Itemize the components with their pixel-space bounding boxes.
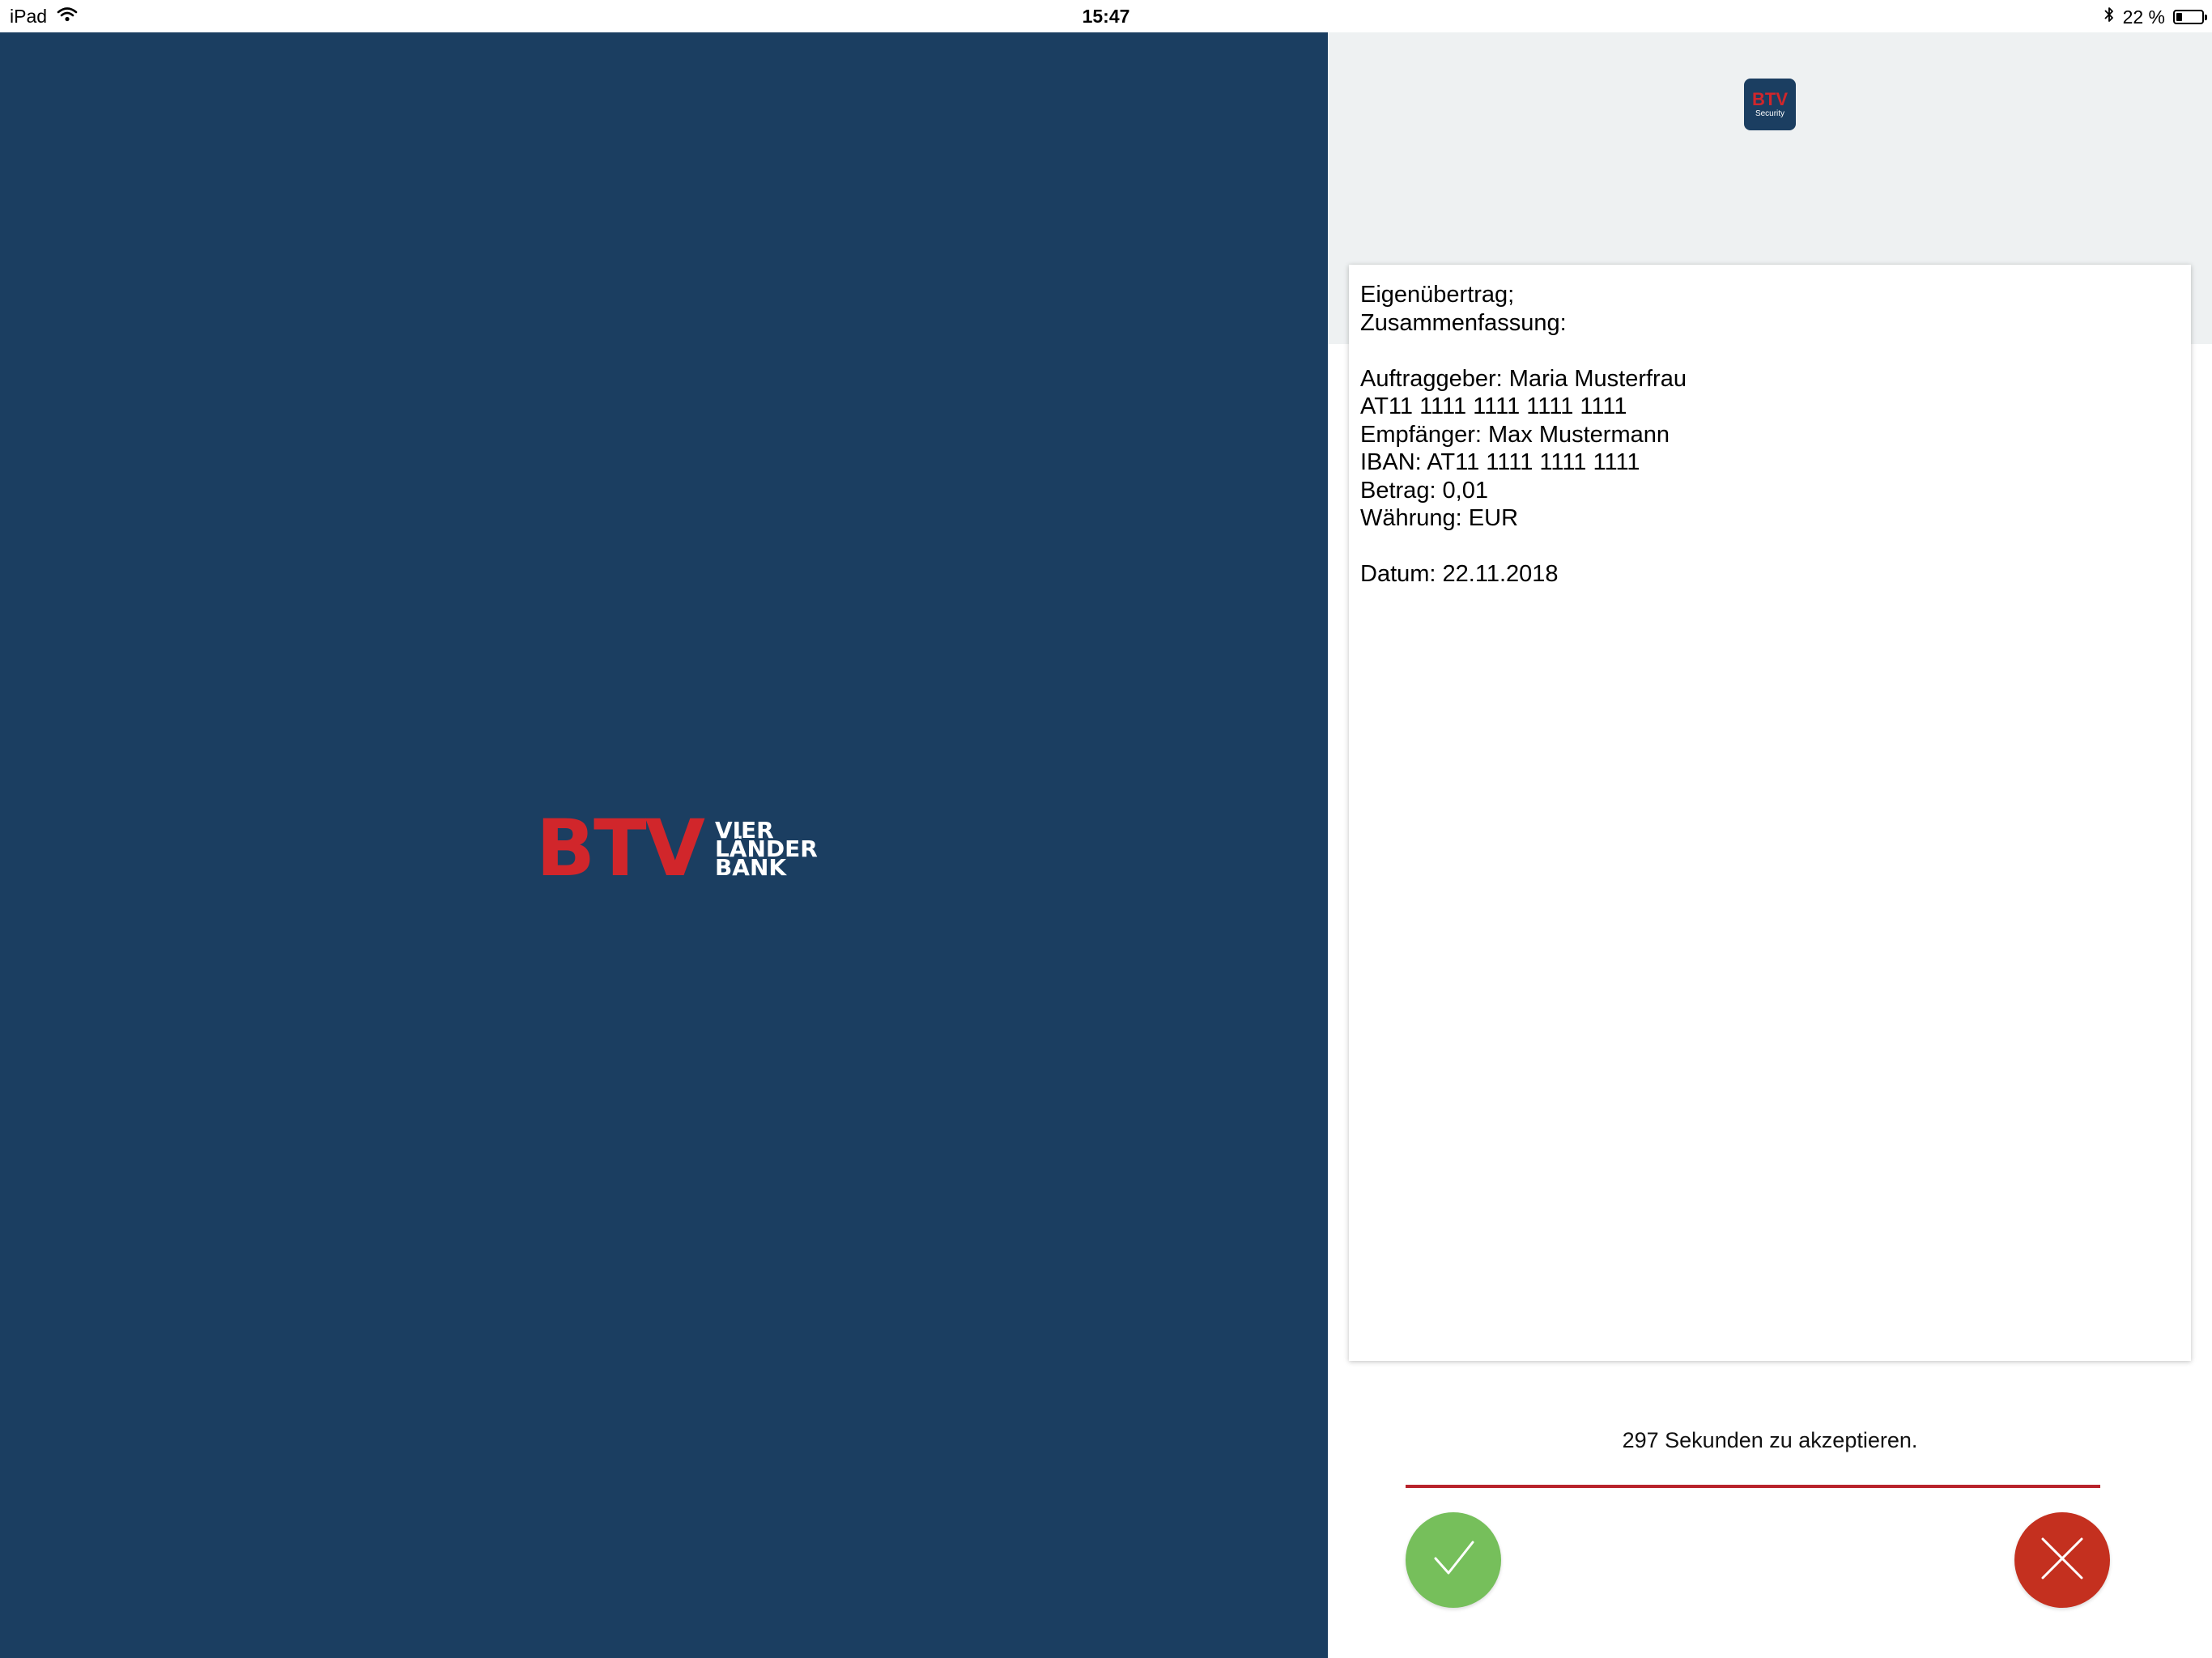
transaction-summary-card: Eigenübertrag; Zusammenfassung: Auftragg… [1349,265,2191,1361]
logo-btv: BTV [536,803,705,894]
countdown-text: 297 Sekunden zu akzeptieren. [1622,1428,1918,1452]
status-bar-right: 22 % [2104,6,2207,28]
brand-pane: BTV VIER LÄNDER BANK [0,32,1328,1658]
checkmark-icon [1429,1534,1478,1587]
accept-button[interactable] [1406,1512,1501,1608]
app-icon-title: BTV [1752,89,1788,109]
status-bar: iPad 15:47 22 % [0,0,2212,32]
status-time: 15:47 [1082,6,1130,27]
battery-percent: 22 % [2122,6,2165,28]
app-icon-subtitle: Security [1755,109,1785,118]
transaction-title: Eigenübertrag; [1360,282,1515,308]
auftraggeber-iban: AT11 1111 1111 1111 1111 [1360,393,1627,419]
battery-icon [2173,10,2207,24]
decline-button[interactable] [2014,1512,2110,1608]
empfaenger-iban: IBAN: AT11 1111 1111 1111 [1360,449,1640,475]
logo-line-bank: BANK [714,853,787,881]
countdown-progress-bar [1406,1485,2100,1488]
countdown-progress-fill [1406,1485,2100,1488]
logo-subtitle: VIER LÄNDER BANK [715,818,818,878]
bluetooth-icon [2104,6,2115,28]
transaction-subtitle: Zusammenfassung: [1360,309,1567,336]
betrag: Betrag: 0,01 [1360,477,1488,504]
btv-logo: BTV VIER LÄNDER BANK [536,810,818,887]
auftraggeber: Auftraggeber: Maria Musterfrau [1360,365,1687,392]
empfaenger: Empfänger: Max Mustermann [1360,421,1670,448]
waehrung: Währung: EUR [1360,505,1519,531]
screen: iPad 15:47 22 % BTV VIER LÄNDER BANK BTV… [0,0,2212,1658]
datum: Datum: 22.11.2018 [1360,561,1559,587]
battery-level [2176,13,2182,21]
status-bar-left: iPad [10,6,78,28]
close-icon [2038,1534,2087,1587]
wifi-icon [57,6,78,28]
device-name: iPad [10,6,48,27]
btv-security-app-icon: BTV Security [1744,79,1796,130]
confirmation-pane: BTV Security Eigenübertrag; Zusammenfass… [1328,32,2212,1658]
